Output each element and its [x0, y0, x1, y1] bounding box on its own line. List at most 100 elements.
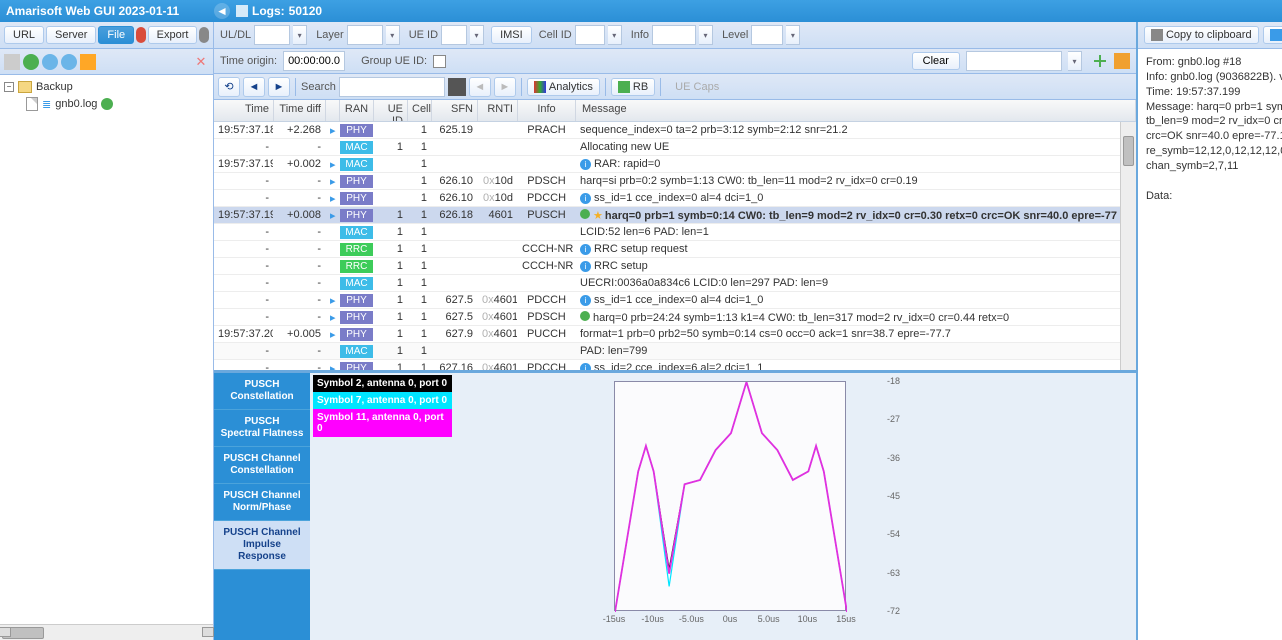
- layer-input[interactable]: [347, 25, 383, 45]
- search-next-icon[interactable]: ►: [494, 77, 516, 97]
- layer-dd[interactable]: [386, 25, 400, 45]
- level-input[interactable]: [751, 25, 783, 45]
- cellid-input[interactable]: [575, 25, 605, 45]
- legend-item[interactable]: Symbol 7, antenna 0, port 0: [313, 392, 452, 409]
- table-row[interactable]: --RRC11CCCH-NRiRRC setup: [214, 258, 1136, 275]
- detail-body: From: gnb0.log #18Info: gnb0.log (903682…: [1138, 49, 1282, 640]
- table-row[interactable]: --▸PHY1626.100x10dPDCCHiss_id=1 cce_inde…: [214, 190, 1136, 207]
- search-prev-icon[interactable]: ◄: [469, 77, 491, 97]
- col-ran[interactable]: RAN: [340, 100, 374, 121]
- refresh-icon[interactable]: [42, 54, 58, 70]
- cellid-dd[interactable]: [608, 25, 622, 45]
- url-button[interactable]: URL: [4, 26, 44, 44]
- search-bar: ⟲ ◄ ► Search ◄ ► Analytics RB UE Caps: [214, 74, 1136, 100]
- clear-input[interactable]: [966, 51, 1062, 71]
- table-row[interactable]: 19:57:37.199+0.008▸PHY11626.184601PUSCH★…: [214, 207, 1136, 224]
- table-row[interactable]: --MAC11UECRI:0036a0a834c6 LCID:0 len=297…: [214, 275, 1136, 292]
- level-label: Level: [722, 29, 748, 41]
- table-row[interactable]: --MAC11Allocating new UE: [214, 139, 1136, 156]
- col-time[interactable]: Time: [214, 100, 274, 121]
- col-info[interactable]: Info: [518, 100, 576, 121]
- analytics-icon: [534, 81, 546, 93]
- chart-tab[interactable]: PUSCH ChannelNorm/Phase: [214, 484, 310, 521]
- server-button[interactable]: Server: [46, 26, 96, 44]
- rb-button[interactable]: RB: [611, 78, 655, 96]
- close-icon[interactable]: ✕: [193, 54, 209, 70]
- browse-button[interactable]: Browse: [1263, 26, 1282, 44]
- tree-file[interactable]: ≣ gnb0.log: [4, 95, 209, 113]
- collapse-left-icon[interactable]: ◄: [214, 3, 230, 19]
- col-lm[interactable]: [326, 100, 340, 121]
- alert-icon[interactable]: [136, 27, 146, 43]
- table-row[interactable]: --MAC11PAD: len=799: [214, 343, 1136, 360]
- copy-button[interactable]: Copy to clipboard: [1144, 26, 1259, 44]
- uldl-input[interactable]: [254, 25, 290, 45]
- export-button[interactable]: Export: [148, 26, 198, 44]
- collapse-icon[interactable]: −: [4, 82, 14, 92]
- col-cell[interactable]: Cell: [408, 100, 432, 121]
- nav-first-icon[interactable]: ⟲: [218, 77, 240, 97]
- imsi-button[interactable]: IMSI: [491, 26, 532, 44]
- arrow-icon: ▸: [330, 125, 336, 137]
- info-input[interactable]: [652, 25, 696, 45]
- col-msg[interactable]: Message: [576, 100, 1136, 121]
- page-icon[interactable]: [1114, 53, 1130, 69]
- x-tick: 10us: [798, 614, 818, 624]
- chart-tab[interactable]: PUSCH ChannelConstellation: [214, 447, 310, 484]
- col-sfn[interactable]: SFN: [432, 100, 478, 121]
- clear-button[interactable]: Clear: [912, 52, 960, 70]
- layer-label: Layer: [316, 29, 344, 41]
- rb-icon: [618, 81, 630, 93]
- chart-tab[interactable]: PUSCHConstellation: [214, 373, 310, 410]
- chart-tab[interactable]: PUSCHSpectral Flatness: [214, 410, 310, 447]
- uldl-dd[interactable]: [293, 25, 307, 45]
- detail-line: Info: gnb0.log (9036822B). v2022-12-06: [1146, 70, 1282, 85]
- plus-icon[interactable]: [1092, 53, 1108, 69]
- table-row[interactable]: 19:57:37.189+2.268▸PHY1625.19PRACHsequen…: [214, 122, 1136, 139]
- clear-dd[interactable]: [1068, 51, 1082, 71]
- table-row[interactable]: --RRC11CCCH-NRiRRC setup request: [214, 241, 1136, 258]
- legend-item[interactable]: Symbol 2, antenna 0, port 0: [313, 375, 452, 392]
- grid-body[interactable]: 19:57:37.189+2.268▸PHY1625.19PRACHsequen…: [214, 122, 1136, 370]
- col-rnti[interactable]: RNTI: [478, 100, 518, 121]
- table-row[interactable]: --▸PHY11627.50x4601PDSCHharq=0 prb=24:24…: [214, 309, 1136, 326]
- origin-bar: Time origin: Group UE ID: Clear: [214, 49, 1136, 74]
- table-row[interactable]: 19:57:37.204+0.005▸PHY11627.90x4601PUCCH…: [214, 326, 1136, 343]
- play-icon[interactable]: [23, 54, 39, 70]
- tree-folder[interactable]: − Backup: [4, 79, 209, 95]
- ok-icon: [580, 311, 590, 321]
- binoculars-icon[interactable]: [448, 78, 466, 96]
- add-icon[interactable]: [80, 54, 96, 70]
- cellid-label: Cell ID: [539, 29, 572, 41]
- uldl-label: UL/DL: [220, 29, 251, 41]
- table-row[interactable]: --▸PHY11627.50x4601PDCCHiss_id=1 cce_ind…: [214, 292, 1136, 309]
- col-diff[interactable]: Time diff: [274, 100, 326, 121]
- nav-prev-icon[interactable]: ◄: [243, 77, 265, 97]
- search-input[interactable]: [339, 77, 445, 97]
- nav-next-icon[interactable]: ►: [268, 77, 290, 97]
- info-dd[interactable]: [699, 25, 713, 45]
- gear-icon[interactable]: [199, 27, 209, 43]
- reload-icon[interactable]: [61, 54, 77, 70]
- group-ue-checkbox[interactable]: [433, 55, 446, 68]
- table-row[interactable]: --MAC11LCID:52 len=6 PAD: len=1: [214, 224, 1136, 241]
- table-row[interactable]: --▸PHY1626.100x10dPDSCHharq=si prb=0:2 s…: [214, 173, 1136, 190]
- table-row[interactable]: --▸PHY11627.160x4601PDCCHiss_id=2 cce_in…: [214, 360, 1136, 370]
- col-ueid[interactable]: UE ID: [374, 100, 408, 121]
- time-origin-input[interactable]: [283, 51, 345, 71]
- grid-header: Time Time diff RAN UE ID Cell SFN RNTI I…: [214, 100, 1136, 122]
- y-tick: -54: [887, 529, 900, 539]
- file-button[interactable]: File: [98, 26, 134, 44]
- chart-tab[interactable]: PUSCH ChannelImpulse Response: [214, 521, 310, 570]
- ueid-input[interactable]: [441, 25, 467, 45]
- h-scrollbar[interactable]: [0, 624, 213, 640]
- ueid-dd[interactable]: [470, 25, 484, 45]
- level-dd[interactable]: [786, 25, 800, 45]
- arrow-icon: ▸: [330, 193, 336, 205]
- v-scrollbar[interactable]: [1120, 122, 1136, 370]
- analytics-button[interactable]: Analytics: [527, 78, 600, 96]
- arrow-icon: ▸: [330, 363, 336, 371]
- back-icon[interactable]: [4, 54, 20, 70]
- legend-item[interactable]: Symbol 11, antenna 0, port 0: [313, 409, 452, 437]
- table-row[interactable]: 19:57:37.191+0.002▸MAC1iRAR: rapid=0: [214, 156, 1136, 173]
